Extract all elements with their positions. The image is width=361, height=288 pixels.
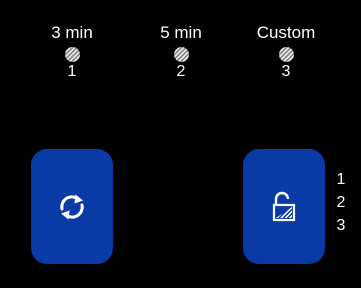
unlock-icon	[270, 190, 298, 224]
unlock-button[interactable]	[243, 149, 325, 264]
timer-screen: 3 min 1 5 min 2 Custom 3 1 2 3	[0, 0, 361, 288]
hatched-dot-icon	[173, 47, 189, 62]
preset-5-min[interactable]: 5 min 2	[141, 22, 221, 92]
level-item-2[interactable]: 2	[331, 191, 351, 214]
refresh-button[interactable]	[31, 149, 113, 264]
level-list: 1 2 3	[331, 168, 351, 237]
preset-number: 1	[67, 63, 77, 80]
preset-3-min[interactable]: 3 min 1	[32, 22, 112, 92]
preset-custom[interactable]: Custom 3	[246, 22, 326, 92]
preset-label: 3 min	[51, 23, 93, 42]
hatched-dot-icon	[278, 47, 294, 62]
refresh-icon	[55, 190, 89, 224]
hatched-dot-icon	[64, 47, 80, 62]
preset-number: 2	[176, 63, 186, 80]
level-item-3[interactable]: 3	[331, 214, 351, 237]
preset-label: 5 min	[160, 23, 202, 42]
preset-label: Custom	[256, 23, 316, 42]
preset-number: 3	[281, 63, 291, 80]
level-item-1[interactable]: 1	[331, 168, 351, 191]
